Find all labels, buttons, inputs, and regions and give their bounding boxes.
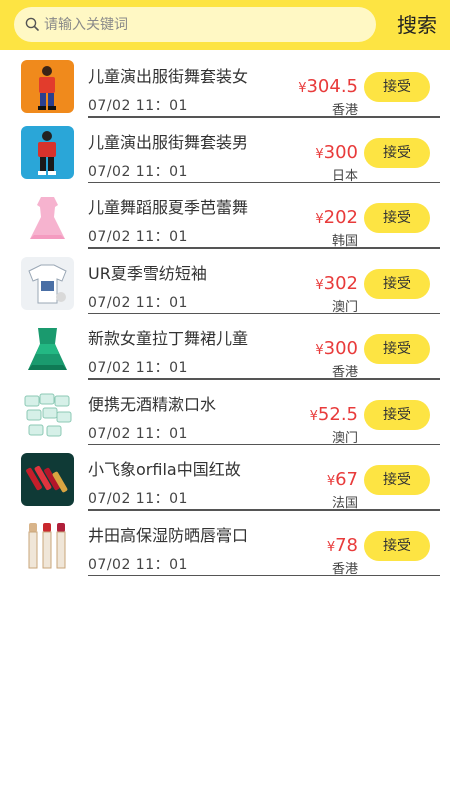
accept-button[interactable]: 接受 (364, 530, 430, 561)
product-thumbnail (21, 125, 74, 179)
item-price: ¥202 (315, 207, 358, 228)
accept-button[interactable]: 接受 (364, 72, 430, 102)
product-thumbnail (21, 518, 74, 572)
list-item: 便携无酒精漱口水 07/02 11：01 ¥52.5 澳门 接受 (0, 378, 450, 446)
price-value: 302 (323, 272, 358, 294)
search-box[interactable] (14, 7, 376, 42)
item-title: 儿童演出服街舞套装男 (88, 132, 249, 152)
search-icon (25, 17, 39, 31)
item-title: 新款女童拉丁舞裙儿童 (88, 329, 249, 348)
currency-symbol: ¥ (315, 277, 324, 293)
item-price: ¥300 (315, 338, 358, 359)
item-price: ¥67 (327, 469, 358, 490)
item-price: ¥78 (327, 535, 358, 556)
item-title: 井田高保湿防晒唇膏口 (88, 525, 249, 545)
item-time: 07/02 11：01 (88, 491, 188, 507)
item-title: 便携无酒精漱口水 (88, 394, 217, 414)
list-item: UR夏季雪纺短袖 07/02 11：01 ¥302 澳门 接受 (0, 247, 450, 315)
item-price: ¥300 (315, 142, 358, 163)
item-title: 儿童舞蹈服夏季芭蕾舞 (88, 198, 249, 217)
price-value: 78 (335, 534, 358, 556)
currency-symbol: ¥ (315, 146, 324, 162)
price-value: 52.5 (317, 403, 358, 425)
currency-symbol: ¥ (326, 474, 336, 489)
item-title: 小飞象orfila中国红故 (88, 460, 241, 479)
item-time: 07/02 11：01 (88, 360, 188, 376)
product-thumbnail (21, 387, 74, 441)
item-price: ¥302 (315, 273, 358, 294)
currency-symbol: ¥ (315, 343, 324, 358)
item-time: 07/02 11：01 (88, 556, 188, 573)
currency-symbol: ¥ (326, 539, 336, 555)
list-item: 儿童演出服街舞套装男 07/02 11：01 ¥300 日本 接受 (0, 116, 450, 184)
list-item: 儿童舞蹈服夏季芭蕾舞 07/02 11：01 ¥202 韩国 接受 (0, 181, 450, 249)
list-item: 新款女童拉丁舞裙儿童 07/02 11：01 ¥300 香港 接受 (0, 312, 450, 380)
item-price: ¥304.5 (298, 76, 358, 97)
item-price: ¥52.5 (310, 404, 358, 425)
accept-button[interactable]: 接受 (364, 137, 430, 168)
currency-symbol: ¥ (309, 408, 318, 424)
product-thumbnail (21, 322, 74, 375)
product-thumbnail (21, 453, 74, 506)
item-time: 07/02 11：01 (88, 229, 188, 245)
item-title: UR夏季雪纺短袖 (88, 263, 207, 283)
product-list: 儿童演出服街舞套装女 07/02 11：01 ¥304.5 香港 接受 儿童演出… (0, 50, 450, 577)
item-time: 07/02 11：01 (88, 163, 188, 180)
list-item: 小飞象orfila中国红故 07/02 11：01 ¥67 法国 接受 (0, 443, 450, 511)
currency-symbol: ¥ (315, 212, 324, 227)
list-item: 儿童演出服街舞套装女 07/02 11：01 ¥304.5 香港 接受 (0, 50, 450, 118)
item-time: 07/02 11：01 (88, 294, 188, 311)
price-value: 300 (323, 338, 358, 359)
price-value: 300 (323, 141, 358, 163)
list-item: 井田高保湿防晒唇膏口 07/02 11：01 ¥78 香港 接受 (0, 509, 450, 577)
search-button[interactable]: 搜索 (392, 10, 442, 40)
item-time: 07/02 11：01 (88, 98, 188, 114)
accept-button[interactable]: 接受 (364, 268, 430, 299)
price-value: 304.5 (306, 76, 358, 97)
accept-button[interactable]: 接受 (364, 334, 430, 364)
row-divider (88, 574, 440, 576)
item-title: 儿童演出服街舞套装女 (88, 67, 249, 86)
product-thumbnail (21, 60, 74, 113)
item-time: 07/02 11：01 (88, 425, 188, 442)
top-bar: 搜索 (0, 0, 450, 50)
accept-button[interactable]: 接受 (364, 465, 430, 495)
accept-button[interactable]: 接受 (364, 399, 430, 430)
accept-button[interactable]: 接受 (364, 203, 430, 233)
price-value: 202 (323, 207, 358, 228)
search-input[interactable] (44, 7, 364, 42)
product-thumbnail (21, 191, 74, 244)
price-value: 67 (335, 469, 358, 490)
product-thumbnail (21, 256, 74, 310)
